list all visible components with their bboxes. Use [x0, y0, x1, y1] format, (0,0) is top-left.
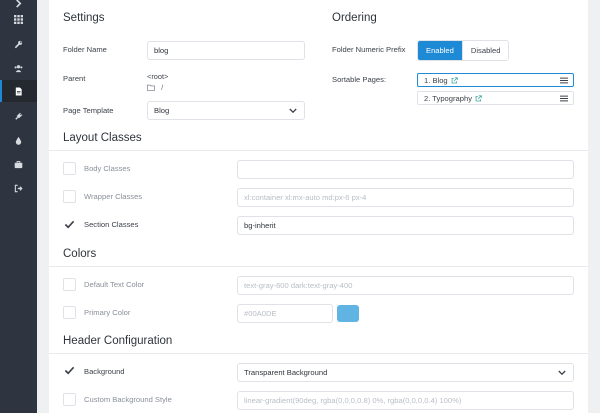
folder-icon [147, 84, 155, 91]
section-classes-label: Section Classes [84, 220, 139, 229]
header-configuration-heading: Header Configuration [63, 335, 173, 347]
chevron-down-icon [558, 370, 566, 376]
layout-classes-heading: Layout Classes [63, 132, 142, 144]
parent-value[interactable]: <root> [147, 72, 168, 81]
divider [49, 353, 588, 354]
wrapper-classes-input[interactable]: xl:container xl:mx-auto md:px-6 px-4 [237, 188, 574, 207]
drag-handle[interactable] [560, 77, 568, 86]
page-template-select[interactable]: Blog [147, 101, 305, 120]
sidebar-item-tools[interactable] [0, 153, 37, 175]
file-icon [15, 86, 22, 96]
background-label: Background [84, 367, 125, 376]
chevron-right-icon [16, 0, 22, 8]
primary-color-input[interactable]: #00A0DE [237, 304, 333, 323]
sidebar-item-themes[interactable] [0, 129, 37, 151]
page-template-label: Page Template [63, 106, 114, 115]
sidebar-item-logout[interactable] [0, 177, 37, 199]
primary-color-swatch[interactable] [337, 305, 359, 322]
disabled-button[interactable]: Disabled [461, 41, 509, 60]
sidebar-item-accounts[interactable] [0, 57, 37, 79]
sign-out-icon [14, 184, 23, 192]
page-item-label: 1. Blog [424, 75, 448, 85]
sidebar-item-dashboard[interactable] [0, 8, 37, 30]
ordering-heading: Ordering [332, 12, 377, 24]
body-classes-input[interactable] [237, 160, 574, 179]
sortable-page-item[interactable]: 2. Typography [417, 91, 574, 105]
grid-icon [14, 14, 23, 24]
sidebar-item-plugins[interactable] [0, 105, 37, 127]
folder-name-input[interactable]: blog [147, 41, 305, 60]
page-item-label: 2. Typography [424, 93, 472, 103]
sortable-page-item[interactable]: 1. Blog [417, 73, 574, 87]
custom-background-checkbox[interactable] [63, 393, 76, 406]
parent-path: / [147, 83, 163, 92]
external-link-icon [451, 76, 458, 83]
drop-icon [15, 136, 22, 145]
drag-handle[interactable] [560, 95, 568, 104]
drag-handle-icon [560, 77, 568, 84]
custom-background-label: Custom Background Style [84, 395, 172, 404]
parent-label: Parent [63, 74, 86, 83]
plug-icon [15, 112, 23, 120]
parent-path-text: / [161, 83, 164, 92]
external-link-icon [475, 94, 482, 101]
body-classes-label: Body Classes [84, 164, 131, 173]
checkmark-icon [64, 366, 75, 375]
users-icon [14, 64, 23, 72]
body-classes-checkbox[interactable] [63, 162, 76, 175]
briefcase-icon [14, 160, 23, 168]
wrench-icon [14, 40, 23, 48]
background-checkbox[interactable] [63, 364, 76, 377]
divider [49, 150, 588, 151]
default-text-color-input[interactable]: text-gray-600 dark:text-gray-400 [237, 276, 574, 295]
folder-name-label: Folder Name [63, 45, 107, 54]
section-classes-input[interactable]: bg-inherit [237, 216, 574, 235]
numeric-prefix-toggle: Enabled Disabled [417, 40, 510, 61]
sidebar [0, 0, 37, 413]
sortable-pages-label: Sortable Pages: [332, 75, 387, 84]
settings-heading: Settings [63, 12, 105, 24]
colors-heading: Colors [63, 248, 97, 260]
divider [49, 266, 588, 267]
external-link[interactable] [472, 94, 482, 103]
chevron-down-icon [289, 108, 297, 114]
page-template-value: Blog [154, 106, 170, 115]
background-select[interactable]: Transparent Background [237, 363, 574, 382]
page-editor-panel: Settings Folder Name blog Parent <root> … [49, 0, 588, 413]
default-text-color-label: Default Text Color [84, 280, 145, 289]
primary-color-label: Primary Color [84, 308, 131, 317]
default-text-color-checkbox[interactable] [63, 278, 76, 291]
wrapper-classes-checkbox[interactable] [63, 190, 76, 203]
sidebar-item-configuration[interactable] [0, 33, 37, 55]
section-classes-checkbox[interactable] [63, 218, 76, 231]
wrapper-classes-label: Wrapper Classes [84, 192, 143, 201]
sidebar-item-pages[interactable] [0, 80, 37, 102]
checkmark-icon [64, 220, 75, 229]
numeric-prefix-label: Folder Numeric Prefix [332, 45, 406, 54]
background-select-value: Transparent Background [244, 368, 328, 377]
drag-handle-icon [560, 95, 568, 102]
enabled-button[interactable]: Enabled [418, 41, 462, 60]
external-link[interactable] [448, 76, 458, 85]
primary-color-checkbox[interactable] [63, 306, 76, 319]
custom-background-input[interactable]: linear-gradient(90deg, rgba(0,0,0,0.8) 0… [237, 391, 574, 410]
